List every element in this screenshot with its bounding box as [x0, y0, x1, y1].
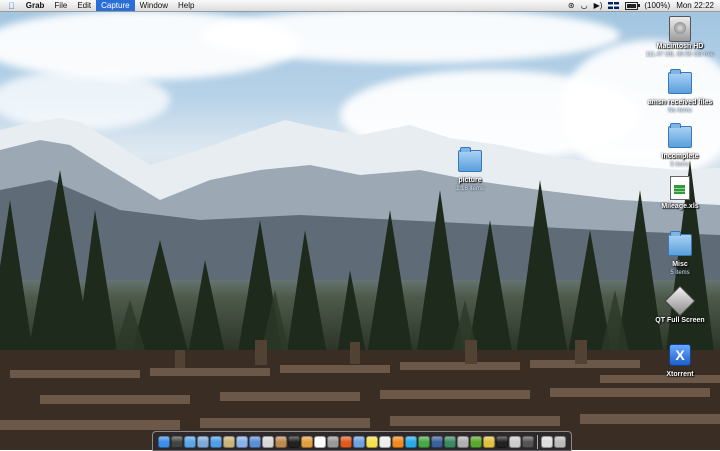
folder-icon — [668, 231, 692, 258]
dock-imovie-icon[interactable] — [275, 435, 287, 448]
folder-icon — [668, 69, 692, 96]
desktop-icon-label: amsn received files — [647, 99, 713, 106]
dock-utorrent-icon[interactable] — [470, 435, 482, 448]
dock-grab-icon[interactable] — [509, 435, 521, 448]
menu-capture[interactable]: Capture — [96, 0, 135, 11]
desktop-icon-label: Incomplete — [661, 153, 699, 160]
dock-textedit-icon[interactable] — [379, 435, 391, 448]
dock-vlc-icon[interactable] — [392, 435, 404, 448]
desktop-icon-misc[interactable]: Misc 5 items — [640, 231, 720, 277]
desktop-icon-label: Macintosh HD — [656, 43, 704, 50]
bluetooth-icon[interactable]: ⊛ — [568, 0, 575, 11]
dock-itunes-icon[interactable] — [236, 435, 248, 448]
desktop-icon-label: Xtorrent — [666, 371, 694, 378]
dock-photoshop-icon[interactable] — [431, 435, 443, 448]
dock-documents-stack-icon[interactable] — [541, 435, 553, 448]
dock-ical-icon[interactable] — [314, 435, 326, 448]
dock-ichat-icon[interactable] — [210, 435, 222, 448]
dock-automator-icon[interactable] — [457, 435, 469, 448]
dock-system-preferences-icon[interactable] — [327, 435, 339, 448]
dock-dvd-player-icon[interactable] — [288, 435, 300, 448]
desktop-icon-info: 5 items — [670, 270, 690, 276]
dock-finder-icon[interactable] — [158, 435, 170, 448]
xtorrent-app-icon: X — [668, 344, 692, 368]
menu-file[interactable]: File — [49, 0, 72, 11]
desktop-icon-info: 5 items — [670, 162, 690, 168]
wifi-icon[interactable]: ◡ — [581, 0, 588, 11]
desktop-icon-amsn-received-files[interactable]: amsn received files No items — [640, 69, 720, 115]
desktop-icon-xtorrent[interactable]: X Xtorrent — [640, 342, 720, 379]
menu-bar:  Grab File Edit Capture Window Help ⊛ ◡… — [0, 0, 720, 12]
dock-iphoto-icon[interactable] — [249, 435, 261, 448]
desktop-icon-mileage-xls[interactable]: Mileage.xls — [640, 176, 720, 211]
hard-drive-icon — [668, 16, 692, 42]
quicktime-app-icon — [664, 285, 696, 317]
dock-separator — [537, 434, 538, 449]
dock-stickies-icon[interactable] — [366, 435, 378, 448]
folder-icon — [668, 123, 692, 150]
menu-help[interactable]: Help — [173, 0, 199, 11]
dock-dashboard-icon[interactable] — [171, 435, 183, 448]
desktop-icon-label: QT Full Screen — [655, 317, 705, 324]
menu-app-name[interactable]: Grab — [21, 0, 50, 11]
volume-icon[interactable]: ▶) — [594, 0, 603, 11]
desktop-icon-macintosh-hd[interactable]: Macintosh HD 111.47 GB, 89.56 GB free — [640, 16, 720, 59]
dock-garageband-icon[interactable] — [301, 435, 313, 448]
folder-icon — [458, 147, 482, 174]
menu-window[interactable]: Window — [135, 0, 173, 11]
dock-safari-icon[interactable] — [184, 435, 196, 448]
dock-terminal-icon[interactable] — [496, 435, 508, 448]
dock-quicktime-icon[interactable] — [353, 435, 365, 448]
uk-flag-icon[interactable] — [608, 2, 620, 9]
desktop-wallpaper — [0, 0, 720, 450]
status-menus: ⊛ ◡ ▶) (100%) Mon 22:22 — [568, 0, 714, 11]
desktop-icon-incomplete[interactable]: Incomplete 5 items — [640, 123, 720, 169]
desktop-icon-qt-full-screen[interactable]: QT Full Screen — [640, 285, 720, 325]
dock-skype-icon[interactable] — [405, 435, 417, 448]
dock-adium-icon[interactable] — [418, 435, 430, 448]
desktop-icon-picture[interactable]: picture 1.16 items — [430, 147, 510, 193]
spreadsheet-icon — [668, 176, 692, 200]
battery-percent: (100%) — [644, 1, 671, 10]
dock-trash-icon[interactable] — [554, 435, 566, 448]
menu-clock[interactable]: Mon 22:22 — [676, 1, 714, 10]
desktop-icon-info: No items — [668, 108, 692, 114]
dock-dreamweaver-icon[interactable] — [444, 435, 456, 448]
desktop-icon-info: 1.16 items — [456, 186, 484, 192]
dock — [152, 431, 572, 451]
dock-firefox-icon[interactable] — [340, 435, 352, 448]
menu-edit[interactable]: Edit — [72, 0, 96, 11]
desktop-icon-label: picture — [458, 177, 482, 184]
desktop-icon-label: Misc — [672, 261, 688, 268]
desktop-icon-label: Mileage.xls — [661, 203, 699, 210]
battery-icon[interactable] — [625, 1, 641, 10]
dock-address-book-icon[interactable] — [223, 435, 235, 448]
dock-mail-icon[interactable] — [197, 435, 209, 448]
dock-activity-monitor-icon[interactable] — [522, 435, 534, 448]
desktop-icon-info: 111.47 GB, 89.56 GB free — [645, 52, 715, 58]
apple-icon[interactable]:  — [0, 1, 21, 11]
dock-ftp-client-icon[interactable] — [483, 435, 495, 448]
dock-preview-icon[interactable] — [262, 435, 274, 448]
